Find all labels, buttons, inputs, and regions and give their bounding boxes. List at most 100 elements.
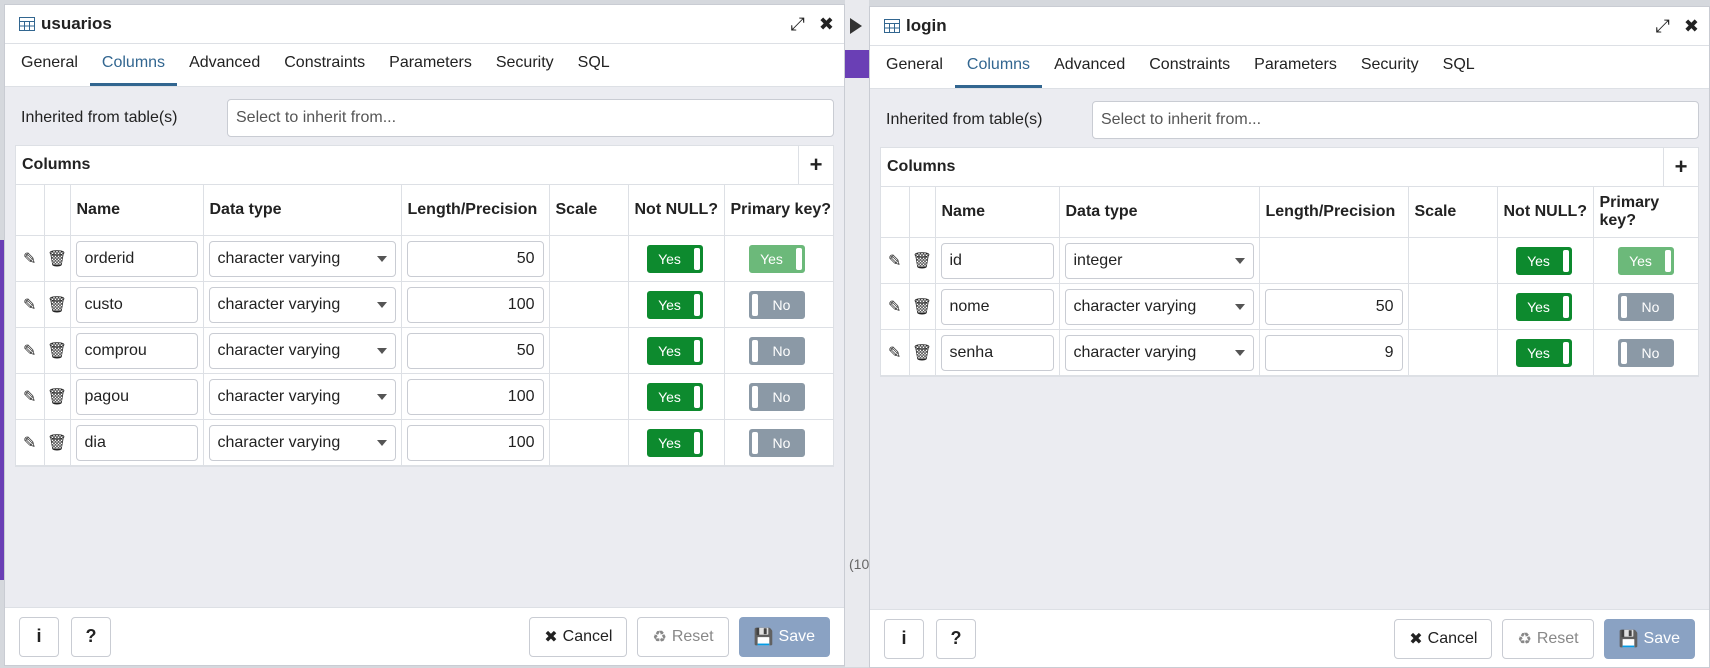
delete-row-button[interactable]: 🗑 — [44, 373, 71, 420]
tab-columns[interactable]: Columns — [954, 56, 1043, 88]
datatype-select[interactable]: character varying — [208, 240, 396, 277]
tab-general[interactable]: General — [9, 54, 90, 86]
primarykey-toggle[interactable]: No — [748, 428, 805, 457]
edit-row-button[interactable]: ✎ — [16, 235, 45, 282]
datatype-select[interactable]: character varying — [1064, 288, 1254, 325]
tab-general[interactable]: General — [874, 56, 955, 88]
tab-constraints[interactable]: Constraints — [1137, 56, 1242, 88]
add-column-button[interactable]: + — [798, 146, 833, 184]
datatype-select[interactable]: character varying — [1064, 334, 1254, 371]
edit-row-button[interactable]: ✎ — [16, 419, 45, 466]
tab-sql[interactable]: SQL — [566, 54, 622, 86]
edit-row-button[interactable]: ✎ — [881, 329, 910, 376]
name-cell: id — [935, 237, 1060, 284]
delete-row-button[interactable]: 🗑 — [44, 327, 71, 374]
notnull-toggle[interactable]: Yes — [646, 382, 703, 411]
primarykey-toggle[interactable]: Yes — [1617, 246, 1674, 275]
primarykey-toggle[interactable]: No — [1617, 292, 1674, 321]
column-name-input[interactable]: pagou — [75, 378, 198, 415]
inherit-select[interactable]: Select to inherit from... — [227, 99, 834, 137]
notnull-toggle[interactable]: Yes — [1515, 246, 1572, 275]
column-name-input[interactable]: dia — [75, 424, 198, 461]
primarykey-toggle[interactable]: No — [748, 290, 805, 319]
edit-row-button[interactable]: ✎ — [16, 281, 45, 328]
background-play-icon — [850, 18, 862, 34]
help-button[interactable]: ? — [936, 618, 976, 659]
notnull-toggle[interactable]: Yes — [646, 336, 703, 365]
close-icon[interactable]: ✖ — [819, 15, 834, 33]
length-input[interactable]: 9 — [1264, 334, 1403, 371]
notnull-toggle[interactable]: Yes — [1515, 292, 1572, 321]
column-name-input[interactable]: id — [940, 242, 1054, 279]
inherit-select[interactable]: Select to inherit from... — [1092, 101, 1699, 139]
scale-cell — [549, 327, 629, 374]
notnull-toggle[interactable]: Yes — [1515, 338, 1572, 367]
length-input[interactable]: 50 — [406, 240, 544, 277]
reset-button[interactable]: ♻ Reset — [1502, 618, 1594, 659]
save-button[interactable]: 💾 Save — [738, 616, 830, 657]
edit-row-button[interactable]: ✎ — [16, 327, 45, 374]
delete-row-button[interactable]: 🗑 — [44, 281, 71, 328]
length-input[interactable]: 50 — [1264, 288, 1403, 325]
add-column-button[interactable]: + — [1663, 148, 1698, 186]
length-input[interactable]: 100 — [406, 378, 544, 415]
column-name-input[interactable]: senha — [940, 334, 1054, 371]
close-icon[interactable]: ✖ — [1684, 17, 1699, 35]
trash-icon: 🗑 — [911, 298, 933, 316]
delete-row-button[interactable]: 🗑 — [44, 235, 71, 282]
cancel-button[interactable]: ✖ Cancel — [529, 616, 628, 657]
tab-columns[interactable]: Columns — [89, 54, 178, 86]
delete-row-button[interactable]: 🗑 — [909, 329, 936, 376]
tab-advanced[interactable]: Advanced — [177, 54, 272, 86]
tab-security[interactable]: Security — [1349, 56, 1431, 88]
column-name-input[interactable]: orderid — [75, 240, 198, 277]
tab-parameters[interactable]: Parameters — [377, 54, 484, 86]
dialog-login: login ⤢ ✖ General Columns Advanced Const… — [869, 6, 1710, 668]
primarykey-toggle[interactable]: No — [748, 336, 805, 365]
save-button[interactable]: 💾 Save — [1603, 618, 1695, 659]
length-input[interactable]: 100 — [406, 286, 544, 323]
delete-row-button[interactable]: 🗑 — [909, 283, 936, 330]
datatype-select[interactable]: integer — [1064, 242, 1254, 279]
delete-row-button[interactable]: 🗑 — [909, 237, 936, 284]
notnull-toggle[interactable]: Yes — [646, 244, 703, 273]
length-input[interactable]: 100 — [406, 424, 544, 461]
datatype-select[interactable]: character varying — [208, 286, 396, 323]
edit-row-button[interactable]: ✎ — [16, 373, 45, 420]
reset-button[interactable]: ♻ Reset — [637, 616, 729, 657]
help-button[interactable]: ? — [71, 616, 111, 657]
cancel-button[interactable]: ✖ Cancel — [1394, 618, 1493, 659]
tab-security[interactable]: Security — [484, 54, 566, 86]
table-row: ✎ 🗑 dia character varying 100 Yes No — [16, 419, 833, 466]
column-name-input[interactable]: custo — [75, 286, 198, 323]
primarykey-toggle[interactable]: No — [1617, 338, 1674, 367]
length-cell: 50 — [401, 327, 550, 374]
caret-down-icon — [376, 347, 387, 354]
delete-row-button[interactable]: 🗑 — [44, 419, 71, 466]
edit-icon: ✎ — [23, 250, 37, 268]
tab-advanced[interactable]: Advanced — [1042, 56, 1137, 88]
length-input[interactable]: 50 — [406, 332, 544, 369]
primarykey-toggle[interactable]: No — [748, 382, 805, 411]
edit-row-button[interactable]: ✎ — [881, 283, 910, 330]
column-name-input[interactable]: comprou — [75, 332, 198, 369]
toggle-label: No — [772, 342, 791, 359]
notnull-toggle[interactable]: Yes — [646, 428, 703, 457]
column-name-input[interactable]: nome — [940, 288, 1054, 325]
edit-row-button[interactable]: ✎ — [881, 237, 910, 284]
toggle-knob — [1562, 341, 1569, 364]
tab-constraints[interactable]: Constraints — [272, 54, 377, 86]
datatype-select[interactable]: character varying — [208, 332, 396, 369]
primarykey-toggle[interactable]: Yes — [748, 244, 805, 273]
scale-cell — [1408, 329, 1498, 376]
tab-parameters[interactable]: Parameters — [1242, 56, 1349, 88]
maximize-icon[interactable]: ⤢ — [1656, 17, 1670, 35]
reset-label: Reset — [1536, 629, 1579, 647]
datatype-select[interactable]: character varying — [208, 424, 396, 461]
notnull-toggle[interactable]: Yes — [646, 290, 703, 319]
maximize-icon[interactable]: ⤢ — [791, 15, 805, 33]
info-button[interactable]: i — [884, 618, 924, 659]
datatype-select[interactable]: character varying — [208, 378, 396, 415]
tab-sql[interactable]: SQL — [1431, 56, 1487, 88]
info-button[interactable]: i — [19, 616, 59, 657]
